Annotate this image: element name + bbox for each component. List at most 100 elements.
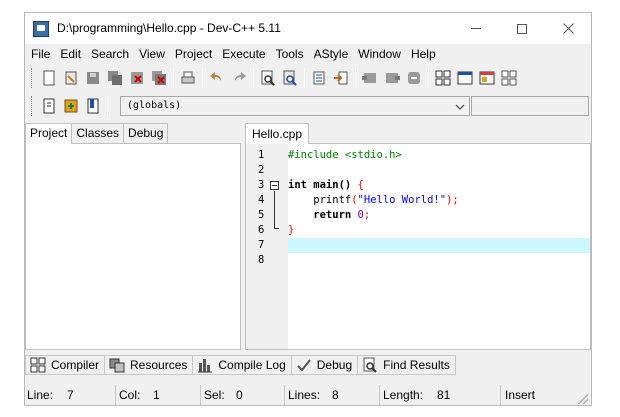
goto-declaration-button[interactable] bbox=[39, 96, 59, 116]
menu-project[interactable]: Project bbox=[169, 47, 216, 61]
function-call: printf bbox=[288, 194, 352, 206]
tab-compiler[interactable]: Compiler bbox=[25, 355, 106, 375]
menu-astyle[interactable]: AStyle bbox=[308, 47, 353, 61]
open-brace: { bbox=[357, 179, 364, 191]
window-icon bbox=[457, 71, 473, 85]
minimize-button[interactable] bbox=[453, 13, 499, 44]
tab-resources[interactable]: Resources bbox=[104, 355, 194, 375]
insert-button[interactable] bbox=[61, 96, 81, 116]
toolbar-separator bbox=[107, 96, 108, 116]
replace-button[interactable] bbox=[280, 68, 300, 88]
toolbar-separator bbox=[304, 68, 305, 88]
menu-tools[interactable]: Tools bbox=[270, 47, 308, 61]
indent-button[interactable] bbox=[309, 68, 329, 88]
toolbar-separator bbox=[355, 68, 356, 88]
keyword-int: int bbox=[288, 179, 307, 191]
left-panel-tabs: Project Classes Debug bbox=[25, 123, 169, 144]
replace-icon bbox=[283, 70, 297, 86]
toolbar-separator bbox=[253, 68, 254, 88]
save-icon bbox=[87, 72, 99, 84]
remove-from-project-button[interactable] bbox=[382, 68, 402, 88]
resources-icon bbox=[109, 358, 125, 373]
class-browser-button[interactable] bbox=[433, 68, 453, 88]
new-file-button[interactable] bbox=[39, 68, 59, 88]
maximize-button[interactable] bbox=[499, 13, 545, 44]
indent-icon bbox=[313, 71, 325, 85]
current-line-highlight bbox=[288, 238, 590, 253]
layout-icon bbox=[501, 70, 517, 86]
line-number: 7 bbox=[258, 239, 265, 251]
main-toolbar bbox=[25, 65, 591, 91]
maximize-icon bbox=[517, 23, 527, 34]
line-number: 3 bbox=[258, 179, 265, 191]
tab-hello-cpp[interactable]: Hello.cpp bbox=[245, 123, 310, 144]
menu-file[interactable]: File bbox=[25, 47, 54, 61]
resize-grip-icon[interactable] bbox=[578, 394, 588, 404]
status-sel-value: 0 bbox=[236, 388, 243, 402]
tab-find-results-label: Find Results bbox=[383, 358, 450, 372]
find-button[interactable] bbox=[258, 68, 278, 88]
menu-view[interactable]: View bbox=[133, 47, 169, 61]
goto-line-button[interactable] bbox=[331, 68, 351, 88]
status-length-value: 81 bbox=[437, 388, 451, 402]
menu-execute[interactable]: Execute bbox=[216, 47, 269, 61]
status-line-label: Line: bbox=[27, 388, 54, 402]
fullscreen-button[interactable] bbox=[477, 68, 497, 88]
project-options-button[interactable] bbox=[404, 68, 424, 88]
save-all-icon bbox=[108, 71, 122, 85]
tab-project[interactable]: Project bbox=[25, 123, 73, 144]
app-icon bbox=[33, 21, 49, 37]
add-to-project-button[interactable] bbox=[360, 68, 380, 88]
layout-button[interactable] bbox=[499, 68, 519, 88]
redo-icon bbox=[235, 72, 246, 81]
code-text-area[interactable]: #include <stdio.h> int main() { printf("… bbox=[288, 144, 590, 349]
close-all-button[interactable] bbox=[149, 68, 169, 88]
tab-resources-label: Resources bbox=[130, 358, 188, 372]
tab-compile-log[interactable]: Compile Log bbox=[192, 355, 292, 375]
undo-button[interactable] bbox=[207, 68, 227, 88]
menu-edit[interactable]: Edit bbox=[54, 47, 85, 61]
print-button[interactable] bbox=[178, 68, 198, 88]
code-line-4: printf("Hello World!"); bbox=[288, 193, 590, 208]
save-all-button[interactable] bbox=[105, 68, 125, 88]
tab-classes[interactable]: Classes bbox=[71, 123, 125, 143]
line-number: 4 bbox=[258, 194, 265, 206]
close-paren-semicolon: ); bbox=[446, 194, 459, 206]
status-line-value: 7 bbox=[67, 388, 74, 402]
code-editor[interactable]: 1 2 3 4 5 6 7 8 #include <stdio.h> int m… bbox=[245, 143, 591, 350]
menu-help[interactable]: Help bbox=[405, 47, 440, 61]
status-length-label: Length: bbox=[383, 388, 424, 402]
close-button[interactable] bbox=[545, 13, 591, 44]
scope-combo-value: (globals) bbox=[127, 100, 182, 111]
tab-debug[interactable]: Debug bbox=[123, 123, 169, 143]
tab-debug-output[interactable]: Debug bbox=[290, 355, 359, 375]
save-button[interactable] bbox=[83, 68, 103, 88]
redo-button[interactable] bbox=[229, 68, 249, 88]
class-browser-icon bbox=[435, 70, 451, 86]
open-file-icon bbox=[65, 71, 77, 85]
fold-collapse-icon[interactable] bbox=[270, 181, 279, 190]
open-file-button[interactable] bbox=[61, 68, 81, 88]
project-tree[interactable] bbox=[25, 143, 241, 350]
close-file-button[interactable] bbox=[127, 68, 147, 88]
tab-compile-log-label: Compile Log bbox=[218, 358, 286, 372]
window-button[interactable] bbox=[455, 68, 475, 88]
member-combo[interactable] bbox=[471, 96, 589, 116]
bookmark-icon bbox=[87, 98, 99, 114]
status-bar: Line: 7 Col: 1 Sel: 0 Lines: 8 Length: 8… bbox=[25, 385, 591, 405]
toolbar-separator bbox=[173, 68, 174, 88]
toolbar-grip bbox=[31, 96, 34, 116]
tab-find-results[interactable]: Find Results bbox=[357, 355, 456, 375]
menu-search[interactable]: Search bbox=[85, 47, 133, 61]
line-number: 1 bbox=[258, 149, 265, 161]
menu-window[interactable]: Window bbox=[352, 47, 405, 61]
status-sel-label: Sel: bbox=[204, 388, 225, 402]
line-number: 2 bbox=[258, 164, 265, 176]
title-bar: D:\programming\Hello.cpp - Dev-C++ 5.11 bbox=[25, 13, 591, 44]
minimize-icon bbox=[471, 28, 481, 29]
bookmark-button[interactable] bbox=[83, 96, 103, 116]
toolbar-grip bbox=[31, 68, 34, 88]
status-col: Col: 1 bbox=[116, 385, 201, 405]
scope-combo[interactable]: (globals) bbox=[120, 96, 470, 116]
